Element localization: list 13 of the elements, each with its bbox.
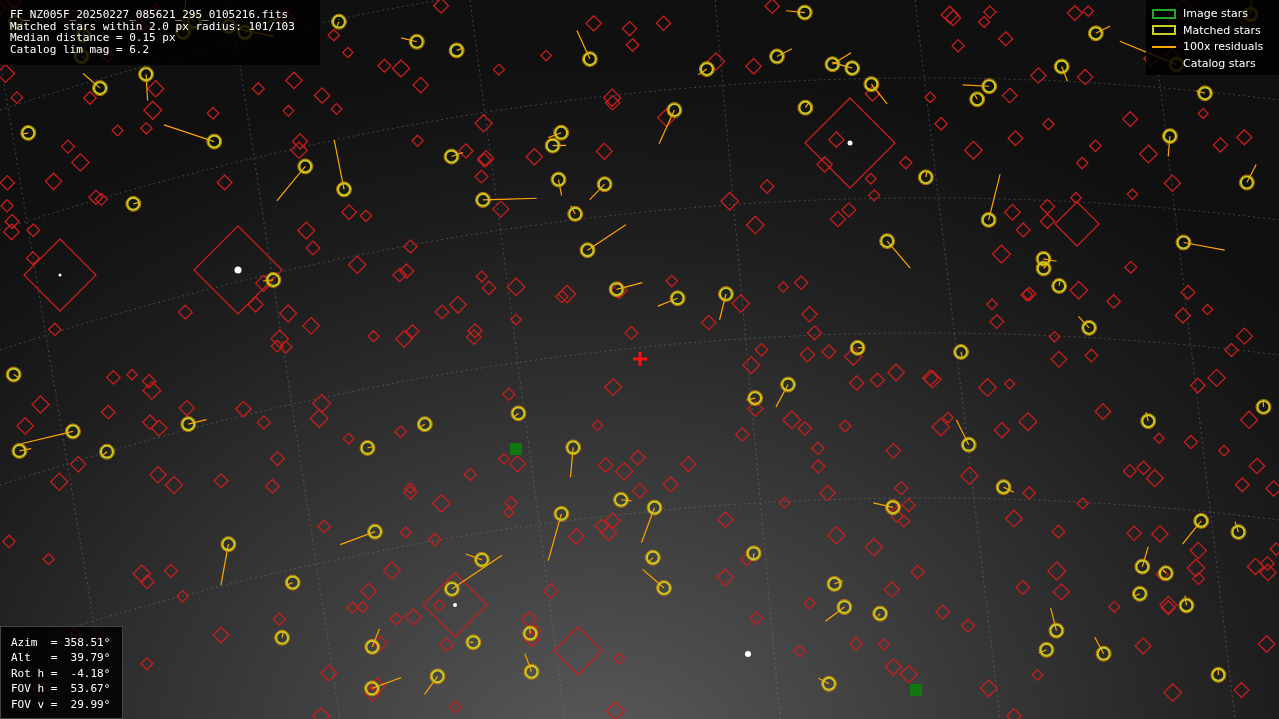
pointing-line: Azim = 358.51° bbox=[11, 634, 112, 650]
pointing-line: Alt = 39.79° bbox=[11, 650, 112, 666]
legend-label: 100x residuals bbox=[1183, 40, 1264, 54]
info-line: Matched stars within 2.0 px radius: 101/103 bbox=[10, 20, 296, 32]
pointing-line: FOV v = 29.99° bbox=[11, 696, 112, 712]
info-line: Median distance = 0.15 px bbox=[10, 32, 176, 44]
pointing-line: Rot h = -4.18° bbox=[11, 665, 112, 681]
pointing-line: FOV h = 53.67° bbox=[11, 681, 112, 697]
legend-label: Matched stars bbox=[1183, 23, 1261, 37]
legend-label: Image stars bbox=[1183, 7, 1248, 21]
info-line: Catalog lim mag = 6.2 bbox=[10, 43, 151, 55]
legend-label: Catalog stars bbox=[1183, 56, 1256, 70]
info-line: FF_NZ005F_20250227_085621_295_0105216.fits bbox=[10, 9, 290, 21]
